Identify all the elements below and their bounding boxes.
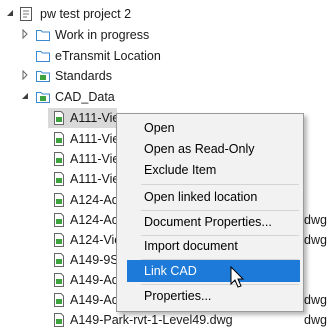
expand-arrow-icon[interactable] bbox=[20, 29, 30, 39]
dwg-file-icon bbox=[51, 212, 67, 228]
tree-item-label: Work in progress bbox=[55, 28, 150, 42]
tree-item-work-in-progress[interactable]: Work in progress bbox=[0, 25, 331, 45]
menu-item-open[interactable]: Open bbox=[144, 117, 300, 139]
file-suffix: dwg bbox=[304, 313, 327, 327]
collapse-arrow-icon[interactable] bbox=[5, 8, 15, 18]
menu-item-import-document[interactable]: Import document bbox=[144, 235, 300, 257]
dwg-file-icon bbox=[51, 151, 67, 167]
menu-item-open-read-only[interactable]: Open as Read-Only bbox=[144, 138, 300, 160]
expand-arrow-icon[interactable] bbox=[20, 70, 30, 80]
file-suffix: dwg bbox=[304, 233, 327, 247]
tree-item-label: eTransmit Location bbox=[55, 49, 161, 63]
menu-item-document-properties[interactable]: Document Properties... bbox=[144, 211, 300, 233]
tree-item-label: CAD_Data bbox=[55, 90, 115, 104]
folder-green-icon bbox=[35, 89, 51, 105]
tree-item-label: Standards bbox=[55, 69, 112, 83]
tree-item-label: A111-Vie bbox=[70, 172, 116, 186]
menu-item-properties[interactable]: Properties... bbox=[144, 285, 300, 307]
menu-separator bbox=[141, 184, 299, 185]
tree-item-label: A111-Vie bbox=[70, 152, 116, 166]
tree-item-label: A149-Ad bbox=[70, 273, 116, 287]
dwg-file-icon bbox=[51, 292, 67, 308]
mouse-cursor-icon bbox=[230, 265, 248, 290]
collapse-arrow-icon[interactable] bbox=[20, 91, 30, 101]
menu-item-exclude-item[interactable]: Exclude Item bbox=[144, 159, 300, 181]
folder-green-icon bbox=[35, 68, 51, 84]
tree-item-root[interactable]: pw test project 2 bbox=[0, 4, 331, 24]
tree-item-label: A124-Vie bbox=[70, 233, 116, 247]
tree-item-label: A124-Ad bbox=[70, 213, 116, 227]
dwg-file-icon bbox=[51, 131, 67, 147]
folder-icon bbox=[35, 27, 51, 43]
dwg-file-icon bbox=[51, 192, 67, 208]
dwg-file-icon bbox=[51, 232, 67, 248]
tree-item-label: A149-Ad bbox=[70, 293, 116, 307]
tree-item-label: A149-Park-rvt-1-Level49.dwg bbox=[70, 313, 233, 327]
tree-item-label: A111-Vie bbox=[70, 111, 116, 125]
menu-item-open-linked-location[interactable]: Open linked location bbox=[144, 186, 300, 208]
file-suffix: dwg bbox=[304, 213, 327, 227]
menu-item-link-cad[interactable]: Link CAD bbox=[127, 260, 300, 282]
tree-item-standards[interactable]: Standards bbox=[0, 66, 331, 86]
tree-item-label: A149-9S bbox=[70, 253, 116, 267]
context-menu: Open Open as Read-Only Exclude Item Open… bbox=[116, 113, 304, 312]
dwg-file-icon bbox=[51, 272, 67, 288]
dwg-file-icon bbox=[51, 252, 67, 268]
tree-item-label: pw test project 2 bbox=[40, 7, 132, 21]
tree-item-file[interactable]: A149-Park-rvt-1-Level49.dwg bbox=[0, 310, 331, 330]
project-icon bbox=[18, 6, 34, 22]
tree-item-cad-data[interactable]: CAD_Data bbox=[0, 87, 331, 107]
tree-item-etransmit[interactable]: eTransmit Location bbox=[0, 46, 331, 66]
dwg-file-icon bbox=[51, 171, 67, 187]
dwg-file-icon bbox=[51, 110, 67, 126]
tree-item-label: A111-Vie bbox=[70, 132, 116, 146]
file-suffix: dwg bbox=[304, 293, 327, 307]
folder-icon bbox=[35, 48, 51, 64]
tree-item-label: A124-Ad bbox=[70, 193, 116, 207]
dwg-file-icon bbox=[51, 312, 67, 328]
